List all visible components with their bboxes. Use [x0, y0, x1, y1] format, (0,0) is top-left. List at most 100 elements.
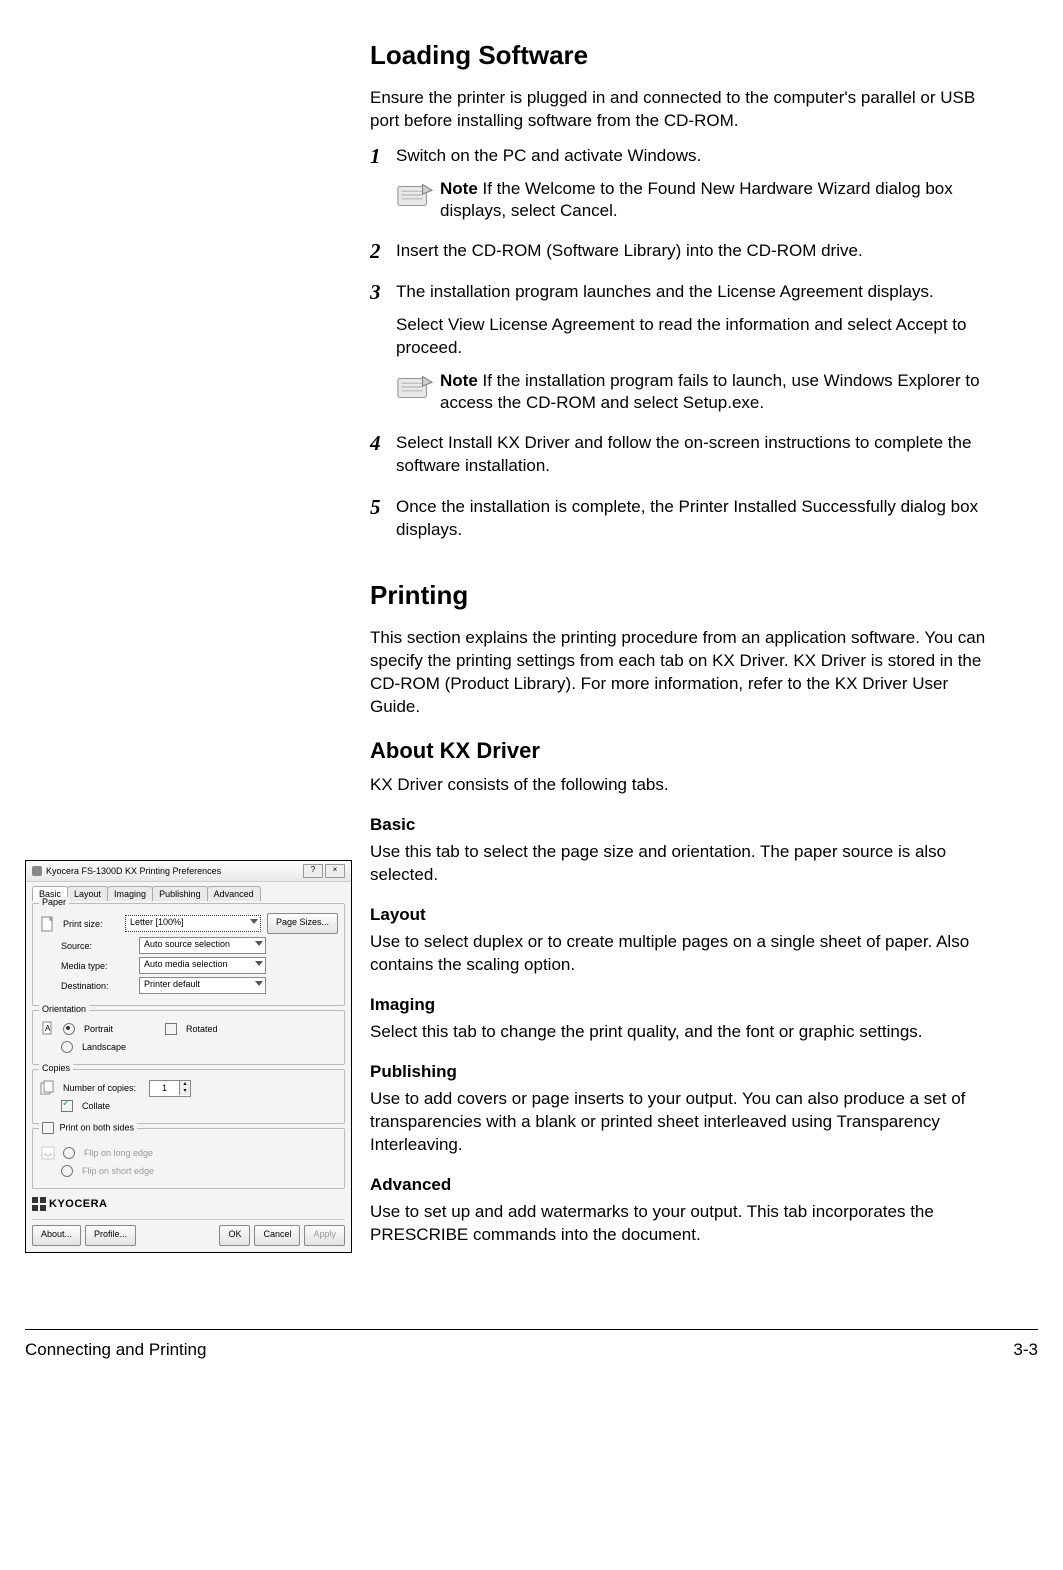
step-2-text: Insert the CD-ROM (Software Library) int…	[396, 240, 995, 263]
subhead-basic: Basic	[370, 815, 995, 835]
step-3a-text: The installation program launches and th…	[396, 281, 995, 304]
step-number: 5	[370, 496, 396, 552]
printing-intro: This section explains the printing proce…	[370, 627, 995, 719]
tab-publishing[interactable]: Publishing	[152, 886, 208, 901]
publishing-text: Use to add covers or page inserts to you…	[370, 1088, 995, 1157]
apply-button[interactable]: Apply	[304, 1225, 345, 1246]
kx-intro: KX Driver consists of the following tabs…	[370, 774, 995, 797]
basic-text: Use this tab to select the page size and…	[370, 841, 995, 887]
step-number: 3	[370, 281, 396, 424]
note-icon	[396, 180, 434, 210]
step-1-text: Switch on the PC and activate Windows.	[396, 145, 995, 168]
checkbox-collate[interactable]	[61, 1100, 73, 1112]
spin-up[interactable]: ▴	[179, 1081, 190, 1088]
label-portrait: Portrait	[84, 1024, 113, 1034]
copies-value: 1	[150, 1083, 179, 1093]
spin-down[interactable]: ▾	[179, 1088, 190, 1095]
window-icon	[32, 866, 42, 876]
combo-source[interactable]: Auto source selection	[139, 937, 266, 954]
note-2: Note If the installation program fails t…	[396, 370, 995, 414]
checkbox-duplex[interactable]	[42, 1122, 54, 1134]
note-1: Note If the Welcome to the Found New Har…	[396, 178, 995, 222]
heading-printing: Printing	[370, 580, 995, 611]
step-2: 2 Insert the CD-ROM (Software Library) i…	[370, 240, 995, 273]
kyocera-logo: KYOCERA	[32, 1193, 345, 1215]
label-print-size: Print size:	[63, 919, 119, 929]
label-flip-long: Flip on long edge	[84, 1148, 153, 1158]
label-landscape: Landscape	[82, 1042, 126, 1052]
dialog-tabs: Basic Layout Imaging Publishing Advanced	[32, 886, 345, 901]
radio-flip-long	[63, 1147, 75, 1159]
subhead-imaging: Imaging	[370, 995, 995, 1015]
radio-flip-short	[61, 1165, 73, 1177]
step-number: 1	[370, 145, 396, 232]
dialog-titlebar: Kyocera FS-1300D KX Printing Preferences…	[26, 861, 351, 882]
help-button[interactable]: ?	[303, 864, 323, 878]
heading-about-kx: About KX Driver	[370, 738, 995, 764]
duplex-icon	[39, 1144, 57, 1162]
checkbox-rotated[interactable]	[165, 1023, 177, 1035]
footer-right: 3-3	[1013, 1340, 1038, 1360]
imaging-text: Select this tab to change the print qual…	[370, 1021, 995, 1044]
step-4: 4 Select Install KX Driver and follow th…	[370, 432, 995, 488]
tab-advanced[interactable]: Advanced	[207, 886, 261, 901]
group-copies: Copies Number of copies: 1 ▴▾ Collate	[32, 1069, 345, 1124]
group-duplex: Print on both sides Flip on long edge Fl…	[32, 1128, 345, 1189]
group-orientation: Orientation A Portrait Rotated Landscape	[32, 1010, 345, 1065]
copies-icon	[39, 1079, 57, 1097]
label-source: Source:	[39, 941, 133, 951]
about-button[interactable]: About...	[32, 1225, 81, 1246]
profile-button[interactable]: Profile...	[85, 1225, 136, 1246]
group-orientation-title: Orientation	[39, 1004, 89, 1014]
label-media-type: Media type:	[39, 961, 133, 971]
step-number: 2	[370, 240, 396, 273]
group-paper-title: Paper	[39, 897, 69, 907]
subhead-advanced: Advanced	[370, 1175, 995, 1195]
step-5-text: Once the installation is complete, the P…	[396, 496, 995, 542]
group-copies-title: Copies	[39, 1063, 73, 1073]
radio-landscape[interactable]	[61, 1041, 73, 1053]
page-sizes-button[interactable]: Page Sizes...	[267, 913, 338, 934]
close-button[interactable]: ×	[325, 864, 345, 878]
subhead-layout: Layout	[370, 905, 995, 925]
combo-destination[interactable]: Printer default	[139, 977, 266, 994]
step-3b-text: Select View License Agreement to read th…	[396, 314, 995, 360]
loading-software-intro: Ensure the printer is plugged in and con…	[370, 87, 995, 133]
paper-icon	[39, 915, 57, 933]
label-rotated: Rotated	[186, 1024, 218, 1034]
advanced-text: Use to set up and add watermarks to your…	[370, 1201, 995, 1247]
group-duplex-title: Print on both sides	[60, 1122, 135, 1132]
tab-layout[interactable]: Layout	[67, 886, 108, 901]
footer-left: Connecting and Printing	[25, 1340, 206, 1360]
heading-loading-software: Loading Software	[370, 40, 995, 71]
printing-preferences-dialog: Kyocera FS-1300D KX Printing Preferences…	[25, 860, 352, 1253]
layout-text: Use to select duplex or to create multip…	[370, 931, 995, 977]
step-5: 5 Once the installation is complete, the…	[370, 496, 995, 552]
step-3: 3 The installation program launches and …	[370, 281, 995, 424]
tab-imaging[interactable]: Imaging	[107, 886, 153, 901]
note-icon	[396, 372, 434, 402]
cancel-button[interactable]: Cancel	[254, 1225, 300, 1246]
spinner-copies[interactable]: 1 ▴▾	[149, 1080, 191, 1097]
step-1: 1 Switch on the PC and activate Windows.…	[370, 145, 995, 232]
label-num-copies: Number of copies:	[63, 1083, 143, 1093]
svg-text:A: A	[45, 1024, 51, 1033]
radio-portrait[interactable]	[63, 1023, 75, 1035]
label-destination: Destination:	[39, 981, 133, 991]
subhead-publishing: Publishing	[370, 1062, 995, 1082]
step-number: 4	[370, 432, 396, 488]
combo-print-size[interactable]: Letter [100%]	[125, 915, 261, 932]
combo-media-type[interactable]: Auto media selection	[139, 957, 266, 974]
label-collate: Collate	[82, 1101, 110, 1111]
orientation-icon: A	[39, 1020, 57, 1038]
note-2-text: Note If the installation program fails t…	[440, 370, 995, 414]
step-4-text: Select Install KX Driver and follow the …	[396, 432, 995, 478]
logo-icon	[32, 1197, 46, 1211]
page-footer: Connecting and Printing 3-3	[25, 1329, 1038, 1360]
group-paper: Paper Print size: Letter [100%] Page Siz…	[32, 903, 345, 1006]
label-flip-short: Flip on short edge	[82, 1166, 154, 1176]
note-1-text: Note If the Welcome to the Found New Har…	[440, 178, 995, 222]
ok-button[interactable]: OK	[219, 1225, 250, 1246]
logo-text: KYOCERA	[49, 1198, 108, 1210]
dialog-title: Kyocera FS-1300D KX Printing Preferences	[46, 866, 221, 876]
